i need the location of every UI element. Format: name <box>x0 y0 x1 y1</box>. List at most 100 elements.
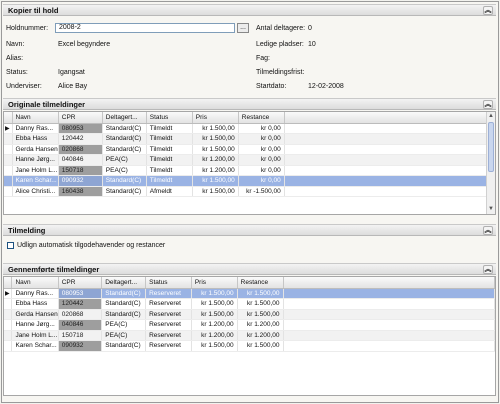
table-row[interactable]: Ebba Hass 120442 Standard(C) Tilmeldt kr… <box>4 133 493 145</box>
cell-cpr: 080953 <box>58 288 103 299</box>
scroll-thumb[interactable] <box>488 122 494 172</box>
ledige-pladser-value: 10 <box>308 41 316 48</box>
originale-grid: Navn CPR Deltagert... Status Pris Restan… <box>3 111 496 215</box>
row-indicator-header <box>4 112 13 124</box>
row-indicator <box>4 298 13 310</box>
gennemforte-grid: Navn CPR Deltagert... Status Pris Restan… <box>3 276 496 396</box>
cell-restance: kr 1.500,00 <box>237 309 284 320</box>
cell-status: Tilmeldt <box>146 154 193 166</box>
section-tilmelding: Tilmelding ︽ <box>3 224 496 236</box>
cell-pris: kr 1.200,00 <box>192 154 239 166</box>
cell-empty <box>283 298 495 310</box>
column-header[interactable]: Status <box>146 112 193 124</box>
originale-header-row: Navn CPR Deltagert... Status Pris Restan… <box>4 112 493 124</box>
cell-status: Tilmeldt <box>146 123 193 134</box>
row-indicator <box>4 133 13 145</box>
cell-navn: Danny Ras... <box>11 288 59 299</box>
cell-navn: Gerda Hansen <box>11 309 59 320</box>
cell-empty <box>284 123 493 134</box>
column-header[interactable]: CPR <box>58 277 103 289</box>
row-pointer-icon: ▶ <box>4 288 13 299</box>
cell-pris: kr 1.200,00 <box>192 165 239 176</box>
column-header[interactable]: Deltagert... <box>101 277 147 289</box>
cell-navn: Karen Schar... <box>11 340 59 352</box>
table-row[interactable]: Jane Holm L... 150718 PEA(C) Tilmeldt kr… <box>4 165 493 176</box>
cell-restance: kr 0,00 <box>238 144 285 155</box>
cell-cpr: 120442 <box>58 298 103 310</box>
status-value: Igangsat <box>58 69 85 76</box>
table-row[interactable]: Gerda Hansen 020868 Standard(C) Tilmeldt… <box>4 144 493 155</box>
cell-navn: Jane Holm L... <box>11 330 59 341</box>
cell-cpr: 040846 <box>58 154 103 166</box>
column-header[interactable]: Restance <box>238 112 285 124</box>
column-header[interactable]: Pris <box>192 112 239 124</box>
row-indicator <box>4 309 13 320</box>
double-chevron-up-icon[interactable]: ︽ <box>483 100 493 109</box>
udlign-checkbox[interactable] <box>7 242 14 249</box>
row-indicator <box>4 154 13 166</box>
browse-button[interactable]: ... <box>237 23 249 33</box>
navn-label: Navn: <box>6 41 25 48</box>
cell-empty <box>284 154 493 166</box>
scroll-down-icon[interactable]: ▼ <box>487 205 495 214</box>
alias-label: Alias: <box>6 55 24 62</box>
cell-status: Reserveret <box>145 330 192 341</box>
cell-deltager: Standard(C) <box>101 309 147 320</box>
cell-deltager: PEA(C) <box>101 319 147 331</box>
cell-navn: Hanne Jørg... <box>11 319 59 331</box>
gennemforte-table: Navn CPR Deltagert... Status Pris Restan… <box>4 277 495 352</box>
cell-status: Reserveret <box>145 298 192 310</box>
empty-header <box>284 112 493 124</box>
double-chevron-up-icon[interactable]: ︽ <box>483 265 493 274</box>
cell-pris: kr 1.500,00 <box>192 186 239 197</box>
column-header[interactable]: Restance <box>237 277 284 289</box>
fag-label: Fag: <box>256 55 271 62</box>
cell-restance: kr 1.500,00 <box>237 340 284 352</box>
cell-restance: kr 0,00 <box>238 123 285 134</box>
table-row-selected[interactable]: Karen Schar... 090932 Standard(C) Tilmel… <box>4 175 493 187</box>
cell-restance: kr 1.500,00 <box>237 288 284 299</box>
cell-empty <box>284 186 493 197</box>
column-header[interactable]: Pris <box>191 277 238 289</box>
cell-pris: kr 1.500,00 <box>192 133 239 145</box>
double-chevron-up-icon[interactable]: ︽ <box>483 6 493 15</box>
table-row[interactable]: Gerda Hansen 020868 Standard(C) Reserver… <box>4 309 495 320</box>
cell-cpr: 160438 <box>58 186 103 197</box>
vertical-scrollbar[interactable]: ▲ ▼ <box>486 112 495 214</box>
double-chevron-up-icon[interactable]: ︽ <box>483 226 493 235</box>
column-header[interactable]: Navn <box>12 112 59 124</box>
table-row[interactable]: Jane Holm L... 150718 PEA(C) Reserveret … <box>4 330 495 341</box>
table-row[interactable]: Hanne Jørg... 040846 PEA(C) Reserveret k… <box>4 319 495 331</box>
column-header[interactable]: Navn <box>11 277 59 289</box>
cell-cpr: 040846 <box>58 319 103 331</box>
scroll-up-icon[interactable]: ▲ <box>487 112 495 121</box>
table-row[interactable]: ▶ Danny Ras... 080953 Standard(C) Tilmel… <box>4 123 493 134</box>
cell-cpr: 080953 <box>58 123 103 134</box>
column-header[interactable]: Deltagert... <box>102 112 147 124</box>
column-header[interactable]: CPR <box>58 112 103 124</box>
table-row[interactable]: Karen Schar... 090932 Standard(C) Reserv… <box>4 340 495 352</box>
underviser-value: Alice Bay <box>58 83 88 90</box>
cell-cpr: 150718 <box>58 330 103 341</box>
row-indicator <box>4 186 13 197</box>
cell-deltager: Standard(C) <box>102 144 147 155</box>
cell-empty <box>284 175 493 187</box>
table-row[interactable]: Alice Christi... 160438 Standard(C) Afme… <box>4 186 493 197</box>
cell-deltager: Standard(C) <box>102 186 147 197</box>
cell-restance: kr 0,00 <box>238 133 285 145</box>
cell-pris: kr 1.500,00 <box>191 340 238 352</box>
column-header[interactable]: Status <box>145 277 192 289</box>
holdnummer-input[interactable]: 2008-2 <box>55 23 235 33</box>
table-row[interactable]: Ebba Hass 120442 Standard(C) Reserveret … <box>4 298 495 310</box>
cell-cpr: 090932 <box>58 175 103 187</box>
cell-cpr: 020868 <box>58 309 103 320</box>
empty-header <box>283 277 495 289</box>
cell-empty <box>284 165 493 176</box>
cell-restance: kr 1.200,00 <box>237 319 284 331</box>
table-row-selected[interactable]: ▶ Danny Ras... 080953 Standard(C) Reserv… <box>4 288 495 299</box>
udlign-checkbox-label[interactable]: Udlign automatisk tilgodehavender og res… <box>17 241 165 250</box>
cell-cpr: 120442 <box>58 133 103 145</box>
cell-restance: kr 0,00 <box>238 175 285 187</box>
cell-empty <box>283 330 495 341</box>
table-row[interactable]: Hanne Jørg... 040846 PEA(C) Tilmeldt kr … <box>4 154 493 166</box>
